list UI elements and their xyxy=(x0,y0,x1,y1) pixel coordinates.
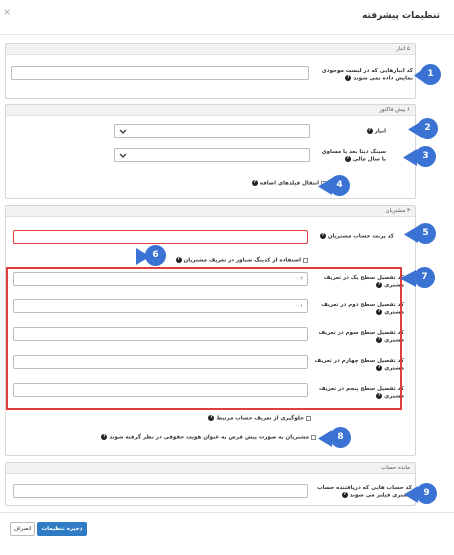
info-icon: ? xyxy=(344,156,351,162)
parent-account-label-text: کد پرنت حساب مشتریان xyxy=(327,233,394,240)
default-legal-identity-label: مشتریان به صورت پیش فرض به عنوان هویت حق… xyxy=(109,434,309,441)
info-icon: ? xyxy=(101,434,108,440)
callout-badge-1: 1 xyxy=(420,64,441,85)
info-icon: ? xyxy=(251,180,258,186)
prevent-related-account-checkbox[interactable] xyxy=(306,415,311,421)
callout-badge-9: 9 xyxy=(416,483,437,504)
transfer-extra-fields-option[interactable]: انتقال فیلدهای اضافه ? xyxy=(206,180,326,188)
sync-year-select[interactable] xyxy=(114,148,310,162)
warehouse-section-header: ۵ انبار xyxy=(6,44,415,55)
detail-levels-highlight-box xyxy=(6,267,402,410)
info-icon: ? xyxy=(345,75,352,81)
callout-badge-7: 7 xyxy=(414,267,435,288)
hidden-warehouses-input[interactable] xyxy=(11,66,309,80)
info-icon: ? xyxy=(208,415,215,421)
balance-section-header: مانده حساب xyxy=(6,463,415,474)
default-legal-identity-option[interactable]: مشتریان به صورت پیش فرض به عنوان هویت حق… xyxy=(101,434,316,442)
cancel-button[interactable]: انصراف xyxy=(10,522,35,536)
advanced-settings-modal: × تنظیمات پیشرفته ۵ انبار کد انبارهایی ک… xyxy=(0,0,454,555)
invoice-section: ۶ پیش فاکتور انبار ? سینک دیتا بعد یا مس… xyxy=(5,104,416,199)
parent-account-label: کد پرنت حساب مشتریان ? xyxy=(314,233,394,241)
transfer-extra-fields-label: انتقال فیلدهای اضافه xyxy=(259,180,319,187)
balance-accounts-label: کد حساب هایی که دریافتنده حساب مشتری فیل… xyxy=(312,485,412,500)
callout-badge-8: 8 xyxy=(330,427,351,448)
info-icon: ? xyxy=(319,233,326,239)
callout-badge-4: 4 xyxy=(329,175,350,196)
warehouse-section: ۵ انبار کد انبارهایی که در لیست موجودی ن… xyxy=(5,43,416,99)
default-legal-identity-checkbox[interactable] xyxy=(311,434,316,440)
title-divider xyxy=(0,34,454,35)
chevron-down-icon xyxy=(119,129,127,134)
callout-badge-6: 6 xyxy=(145,245,166,266)
footer-divider xyxy=(0,512,454,513)
floating-code-label: استفاده از کدینگ شناور در تعریف مشتریان xyxy=(183,257,301,264)
warehouse-label-text: انبار xyxy=(374,128,386,135)
close-icon[interactable]: × xyxy=(3,7,11,18)
sync-year-label-text: سینک دیتا بعد یا مساوی با سال مالی xyxy=(321,149,386,163)
balance-accounts-label-text: کد حساب هایی که دریافتنده حساب مشتری فیل… xyxy=(317,485,412,499)
parent-account-input[interactable] xyxy=(13,230,308,244)
warehouse-label: انبار ? xyxy=(316,128,386,136)
modal-title: تنظیمات پیشرفته xyxy=(362,11,440,21)
balance-accounts-input[interactable] xyxy=(13,484,308,498)
invoice-section-header: ۶ پیش فاکتور xyxy=(6,105,415,116)
customers-section-header: ۳ مشتریان xyxy=(6,206,415,217)
floating-code-checkbox[interactable] xyxy=(303,257,308,263)
hidden-warehouses-label: کد انبارهایی که در لیست موجودی نمایش داد… xyxy=(311,68,413,83)
prevent-related-account-label: جلوگیری از تعریف حساب مرتبط xyxy=(216,415,304,422)
balance-section: مانده حساب کد حساب هایی که دریافتنده حسا… xyxy=(5,462,416,506)
callout-badge-2: 2 xyxy=(417,118,438,139)
callout-badge-5: 5 xyxy=(415,223,436,244)
info-icon: ? xyxy=(366,128,373,134)
info-icon: ? xyxy=(175,257,182,263)
info-icon: ? xyxy=(341,492,348,498)
save-settings-button[interactable]: ذخیره تنظیمات xyxy=(37,522,87,536)
prevent-related-account-option[interactable]: جلوگیری از تعریف حساب مرتبط ? xyxy=(201,415,311,423)
warehouse-select[interactable] xyxy=(114,124,310,138)
sync-year-label: سینک دیتا بعد یا مساوی با سال مالی ? xyxy=(316,149,386,164)
hidden-warehouses-label-text: کد انبارهایی که در لیست موجودی نمایش داد… xyxy=(321,68,413,82)
callout-badge-3: 3 xyxy=(415,146,436,167)
chevron-down-icon xyxy=(119,153,127,158)
